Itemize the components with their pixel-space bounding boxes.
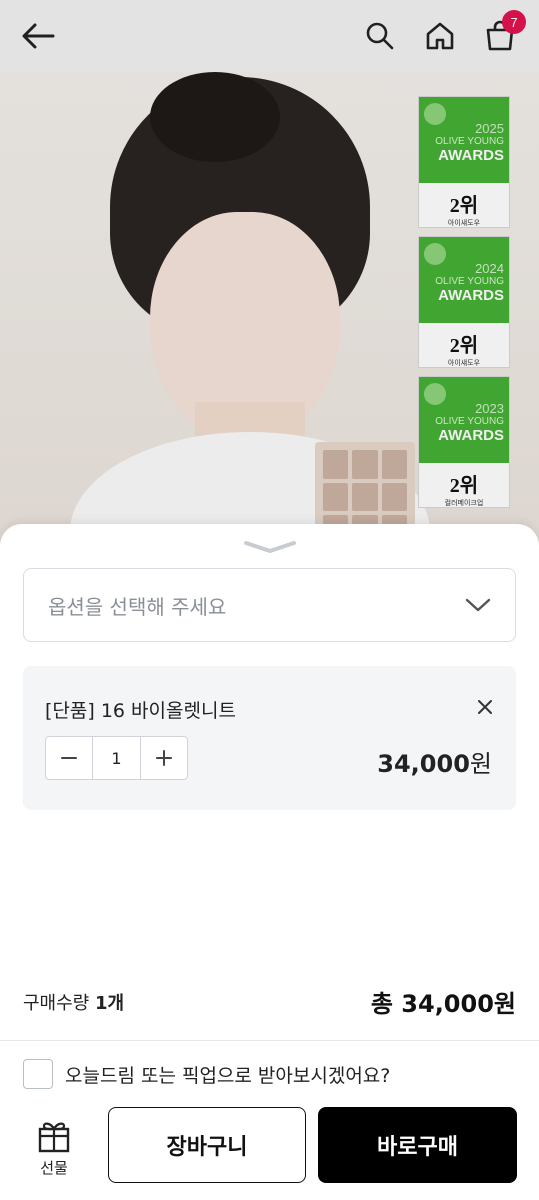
option-select-placeholder: 옵션을 선택해 주세요 [48,594,227,619]
selected-option-name: [단품] 16 바이올렛니트 [45,700,236,722]
option-price-number: 34,000 [377,750,470,778]
chevron-down-icon [244,541,296,553]
chevron-down-icon [465,598,491,612]
plus-icon [156,750,172,766]
option-price-unit: 원 [469,750,492,778]
gift-label: 선물 [40,1158,68,1177]
remove-option-button[interactable] [472,694,498,720]
pickup-option-row[interactable]: 오늘드림 또는 픽업으로 받아보시겠어요? [23,1059,390,1089]
pickup-checkbox[interactable] [23,1059,53,1089]
close-icon [478,700,492,714]
minus-icon [61,757,77,759]
purchase-summary: 구매수량 1개 총 34,000원 [23,984,516,1019]
buy-now-button[interactable]: 바로구매 [318,1107,517,1183]
total-price: 총 34,000원 [370,990,516,1018]
gift-icon [38,1122,70,1152]
sheet-collapse-handle[interactable] [242,538,298,554]
increase-quantity-button[interactable] [141,737,187,779]
add-to-cart-button[interactable]: 장바구니 [108,1107,306,1183]
gift-button[interactable]: 선물 [22,1114,86,1182]
overlay-dim[interactable] [0,0,539,560]
quantity-stepper: 1 [45,736,188,780]
decrease-quantity-button[interactable] [46,737,92,779]
pickup-option-label: 오늘드림 또는 픽업으로 받아보시겠어요? [65,1064,391,1087]
option-select-dropdown[interactable]: 옵션을 선택해 주세요 [23,568,516,642]
purchase-quantity: 구매수량 1개 [23,989,124,1015]
purchase-quantity-label: 구매수량 [23,992,90,1014]
selected-option-card: [단품] 16 바이올렛니트 1 34,000원 [23,666,516,810]
option-bottom-sheet: 옵션을 선택해 주세요 [단품] 16 바이올렛니트 1 34,000원 구매수… [0,524,539,1200]
divider [0,1040,539,1041]
purchase-quantity-value: 1개 [94,992,125,1014]
quantity-value[interactable]: 1 [92,737,141,779]
product-page-background: 7 2025 OLIVE YOUNG AWARDS 2위 아이섀도우 2024 [0,0,539,560]
option-price: 34,000원 [377,744,492,779]
